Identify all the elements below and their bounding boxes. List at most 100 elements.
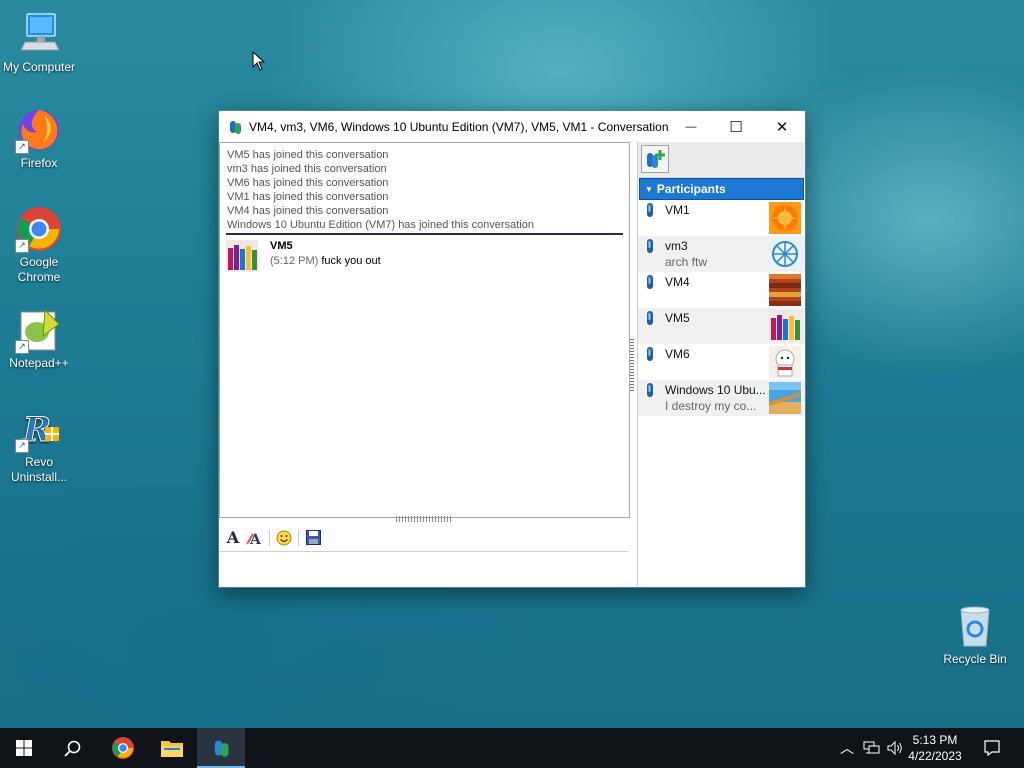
search-button[interactable] [48, 728, 96, 768]
participants-toolbar [638, 142, 805, 178]
taskbar-chrome[interactable] [99, 728, 147, 768]
taskbar: ︿ 5:13 PM 4/22/2023 [0, 728, 1024, 768]
participant-item[interactable]: VM5 [638, 308, 805, 344]
desktop-icon-revo-uninstaller[interactable]: R ↗ Revo Uninstall... [0, 405, 78, 485]
smiley-icon [276, 530, 292, 545]
clock-time: 5:13 PM [912, 733, 958, 747]
format-toolbar: A A [219, 524, 629, 551]
desktop-icon-my-computer[interactable]: My Computer [0, 10, 78, 75]
participant-status: I destroy my co... [665, 399, 757, 413]
pane-splitter[interactable] [630, 339, 634, 391]
system-message: VM5 has joined this conversation [227, 149, 389, 161]
show-hidden-icons-button[interactable]: ︿ [838, 728, 856, 768]
participant-item[interactable]: vm3 arch ftw [638, 236, 805, 272]
participant-name: VM6 [665, 347, 690, 361]
window-titlebar[interactable]: VM4, vm3, VM6, Windows 10 Ubuntu Edition… [219, 111, 805, 142]
desktop-icon-label: Notepad++ [9, 356, 69, 370]
minimize-button[interactable]: — [668, 111, 714, 142]
close-button[interactable]: ✕ [759, 111, 805, 142]
desktop-icon-recycle-bin[interactable]: Recycle Bin [936, 602, 1014, 667]
participants-header[interactable]: ▼ Participants [639, 178, 804, 200]
message-input[interactable] [219, 551, 629, 587]
history-divider [226, 233, 623, 235]
participant-name: VM1 [665, 203, 690, 217]
desktop-icon-firefox[interactable]: ↗ Firefox [0, 106, 78, 171]
save-button[interactable] [302, 527, 324, 549]
shortcut-arrow-icon: ↗ [15, 239, 29, 253]
close-icon: ✕ [775, 118, 789, 136]
message-text: fuck you out [321, 255, 381, 267]
font-color-icon: A [246, 532, 262, 546]
user-status-icon [647, 347, 653, 361]
resize-grip[interactable] [396, 516, 452, 522]
system-message: VM4 has joined this conversation [227, 205, 389, 217]
chat-message: VM5 (5:12 PM) fuck you out [220, 238, 629, 278]
font-button[interactable]: A [222, 527, 244, 549]
participants-header-label: Participants [656, 182, 726, 196]
messenger-icon [230, 120, 241, 134]
system-message: VM6 has joined this conversation [227, 177, 389, 189]
window-title: VM4, vm3, VM6, Windows 10 Ubuntu Edition… [249, 119, 669, 134]
participant-picture [769, 346, 801, 378]
participant-item[interactable]: VM1 [638, 200, 805, 236]
minimize-icon: — [685, 120, 697, 133]
revo-uninstaller-icon: R ↗ [15, 405, 63, 453]
system-message: vm3 has joined this conversation [227, 163, 387, 175]
search-icon [63, 740, 80, 757]
collapse-triangle-icon: ▼ [645, 184, 653, 194]
conversation-history[interactable]: VM5 has joined this conversation vm3 has… [219, 142, 630, 518]
shortcut-arrow-icon: ↗ [15, 340, 29, 354]
system-message: VM1 has joined this conversation [227, 191, 389, 203]
add-participant-button[interactable] [641, 145, 669, 173]
participant-name: VM4 [665, 275, 690, 289]
notepad-plus-plus-icon: ↗ [15, 306, 63, 354]
system-message: Windows 10 Ubuntu Edition (VM7) has join… [227, 219, 534, 231]
desktop-icon-label: Firefox [20, 156, 58, 170]
participant-picture [769, 238, 801, 270]
participant-status: arch ftw [665, 255, 708, 269]
font-icon: A [226, 528, 240, 547]
participant-item[interactable]: VM4 [638, 272, 805, 308]
network-button[interactable] [860, 728, 882, 768]
folder-icon [161, 741, 183, 757]
toolbar-separator [298, 529, 299, 546]
add-user-icon [647, 150, 665, 168]
save-icon [305, 530, 321, 545]
desktop-icon-label: Revo Uninstall... [10, 455, 68, 484]
clock[interactable]: 5:13 PM 4/22/2023 [900, 732, 970, 764]
user-status-icon [647, 239, 653, 253]
chevron-up-icon: ︿ [840, 740, 854, 756]
maximize-icon: ☐ [729, 118, 743, 136]
participant-item[interactable]: VM6 [638, 344, 805, 380]
user-status-icon [647, 275, 653, 289]
clock-date: 4/22/2023 [908, 749, 962, 763]
desktop-icon-notepad-plus-plus[interactable]: ↗ Notepad++ [0, 306, 78, 371]
message-time: (5:12 PM) [270, 255, 319, 267]
taskbar-messenger[interactable] [197, 728, 245, 768]
firefox-icon: ↗ [15, 106, 63, 154]
conversation-window[interactable]: VM4, vm3, VM6, Windows 10 Ubuntu Edition… [218, 110, 806, 588]
participants-pane: ▼ Participants VM1 vm3 arch ftw VM4 VM5 … [637, 142, 805, 586]
emoticon-button[interactable] [273, 527, 295, 549]
shortcut-arrow-icon: ↗ [15, 140, 29, 154]
user-status-icon [647, 203, 653, 217]
message-sender: VM5 [270, 240, 293, 252]
sender-avatar [226, 240, 258, 272]
desktop-icon-label: My Computer [2, 60, 76, 74]
user-status-icon [647, 311, 653, 325]
user-status-icon [647, 383, 653, 397]
participant-name: VM5 [665, 311, 690, 325]
participant-item[interactable]: Windows 10 Ubu... I destroy my co... [638, 380, 805, 416]
action-center-button[interactable] [978, 728, 1006, 768]
maximize-button[interactable]: ☐ [713, 111, 759, 142]
windows-logo-icon [16, 740, 32, 756]
taskbar-file-explorer[interactable] [148, 728, 196, 768]
messenger-icon [214, 740, 229, 757]
computer-icon [15, 10, 63, 58]
desktop-icon-google-chrome[interactable]: ↗ Google Chrome [0, 205, 78, 285]
toolbar-separator [269, 529, 270, 546]
participant-name: Windows 10 Ubu... [665, 383, 766, 397]
desktop-icon-label: Google Chrome [17, 255, 61, 284]
font-color-button[interactable]: A [244, 527, 266, 549]
start-button[interactable] [0, 728, 48, 768]
